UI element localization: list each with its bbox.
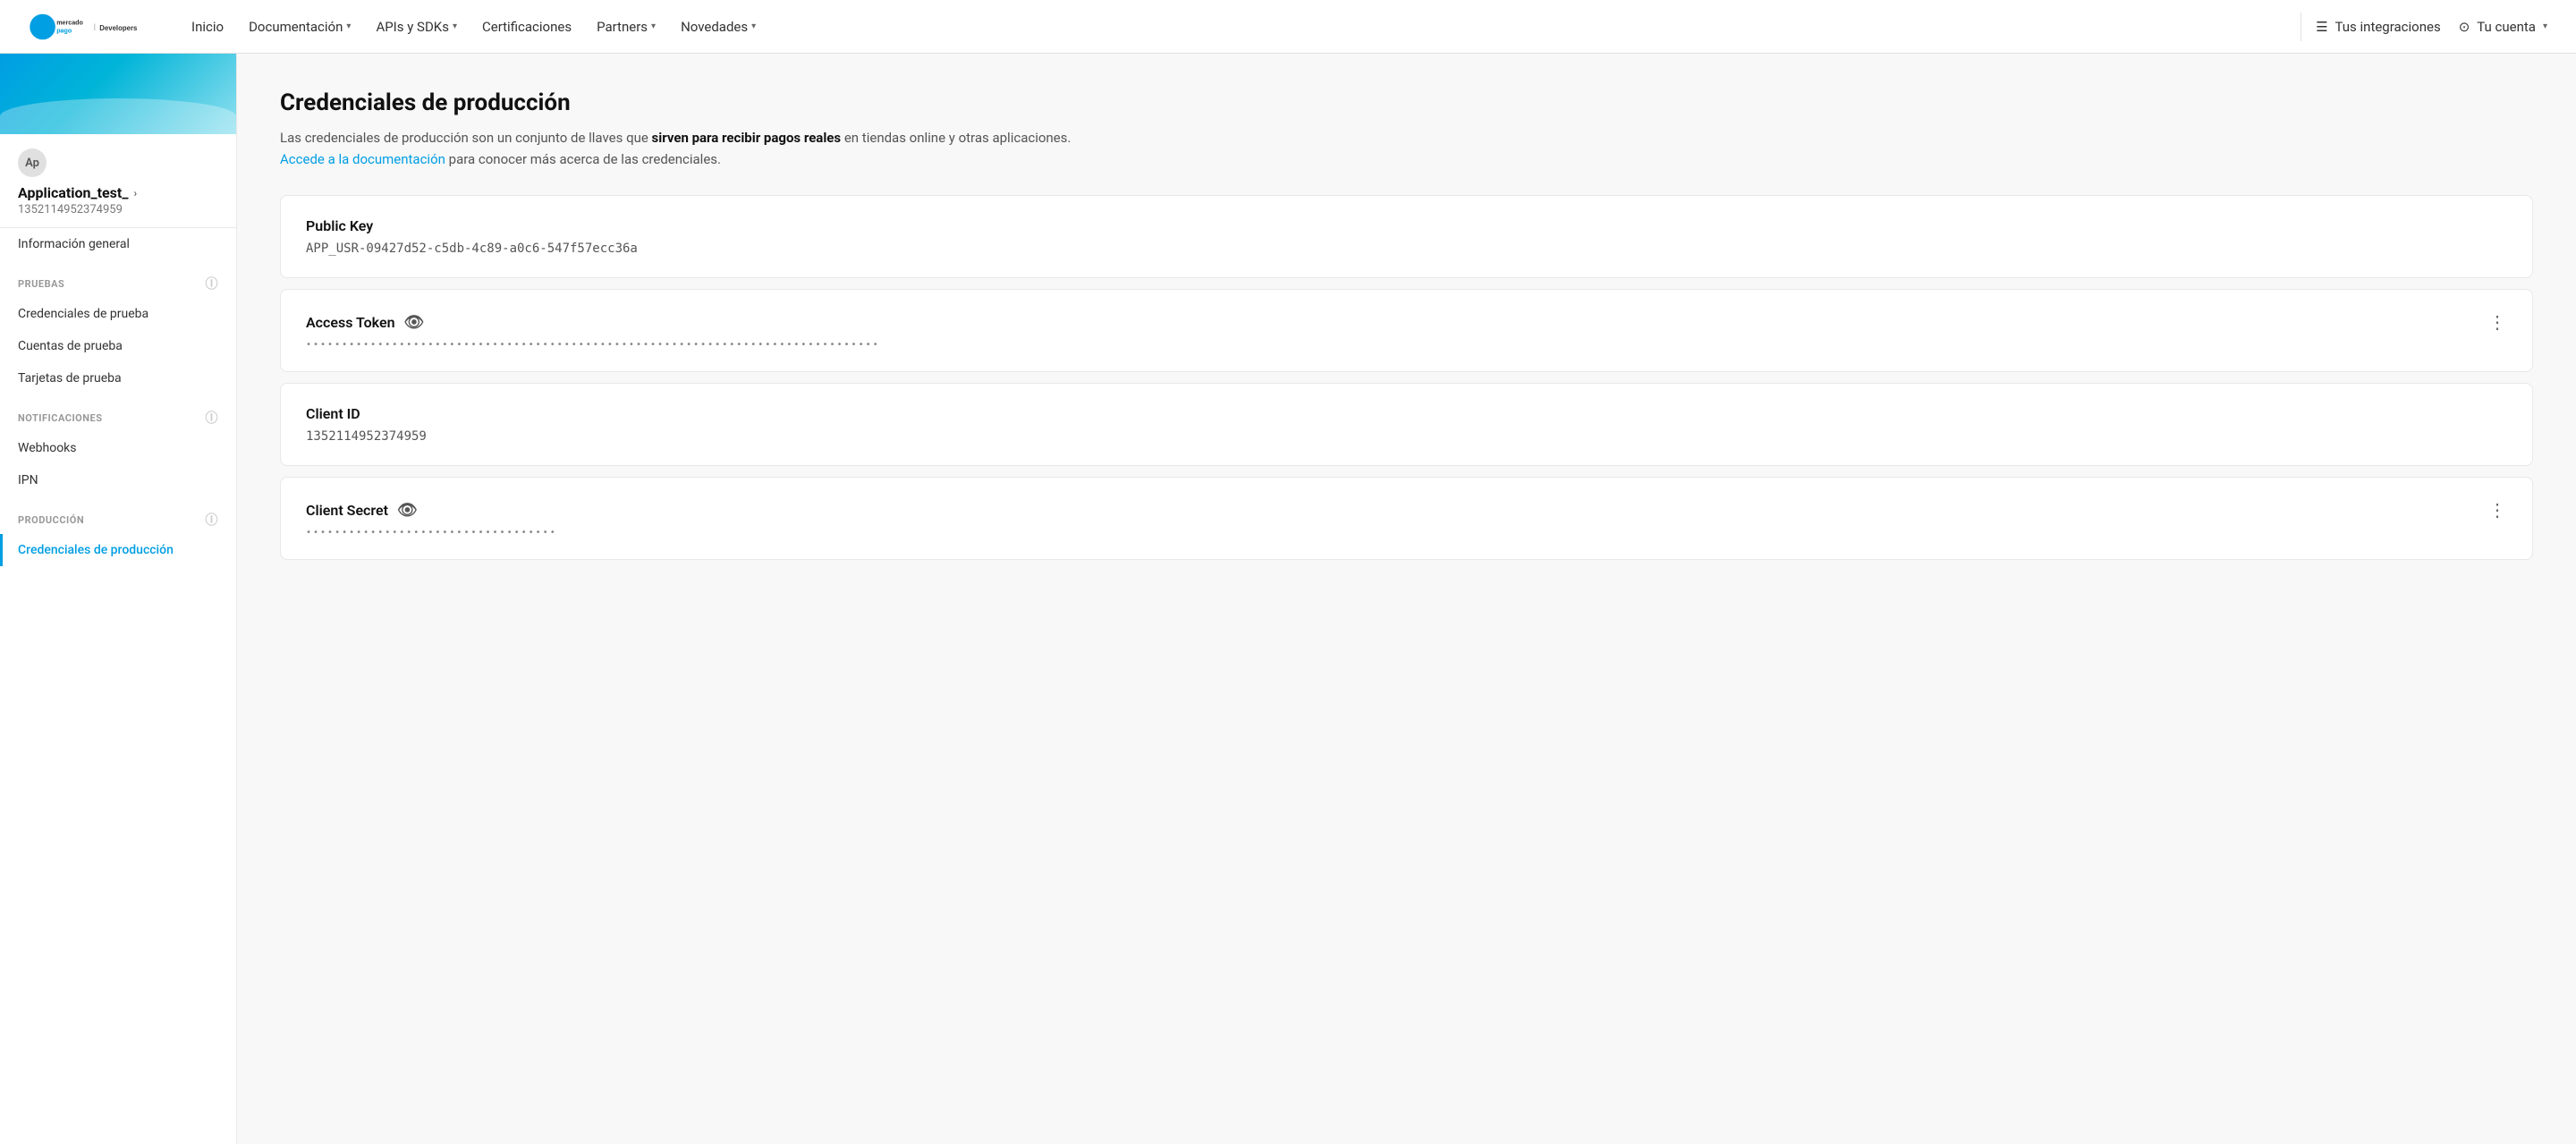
account-icon: ⊙ [2459, 19, 2470, 35]
more-options-icon-3[interactable]: ⋮ [2488, 499, 2507, 521]
nav-documentacion-chevron: ▾ [346, 21, 351, 31]
credential-card-3: Client Secret👁 ⋮ •••••••••••••••••••••••••… [280, 477, 2533, 560]
sidebar-navigation: Información general PRUEBAS ⓘ Credencial… [0, 228, 236, 584]
svg-text:pago: pago [56, 27, 72, 34]
svg-text:mercado: mercado [56, 19, 83, 26]
eye-icon-1[interactable]: 👁 [404, 313, 425, 332]
avatar: Ap [18, 148, 47, 177]
credential-card-1: Access Token👁 ⋮ ••••••••••••••••••••••••••… [280, 289, 2533, 372]
sidebar-banner [0, 54, 236, 134]
sidebar-item-tarjetas-prueba[interactable]: Tarjetas de prueba [0, 362, 236, 394]
credential-header-1: Access Token👁 ⋮ [306, 311, 2507, 333]
nav-links: Inicio Documentación ▾ APIs y SDKs ▾ Cer… [181, 12, 2286, 42]
app-id: 1352114952374959 [18, 203, 218, 216]
app-chevron-icon[interactable]: › [133, 187, 137, 199]
nav-novedades-chevron: ▾ [751, 21, 756, 31]
nav-certificaciones[interactable]: Certificaciones [471, 12, 582, 42]
credentials-container: Public Key APP_USR-09427d52-c5db-4c89-a0c… [280, 195, 2533, 560]
nav-partners[interactable]: Partners ▾ [586, 12, 666, 42]
app-name: Application_test_ [18, 184, 128, 201]
nav-apis-chevron: ▾ [453, 21, 457, 31]
tu-cuenta-link[interactable]: ⊙ Tu cuenta ▾ [2459, 19, 2547, 35]
svg-text:Developers: Developers [99, 23, 138, 31]
sidebar: Ap Application_test_ › 1352114952374959 … [0, 54, 237, 1144]
credential-label-2: Client ID [306, 405, 360, 422]
sidebar-item-ipn[interactable]: IPN [0, 464, 236, 496]
pruebas-info-icon[interactable]: ⓘ [206, 275, 219, 292]
produccion-info-icon[interactable]: ⓘ [206, 511, 219, 529]
svg-text:|: | [94, 21, 96, 30]
credential-header-0: Public Key [306, 217, 2507, 234]
tus-integraciones-link[interactable]: ☰ Tus integraciones [2316, 19, 2441, 35]
credential-value-0: APP_USR-09427d52-c5db-4c89-a0c6-547f57ec… [306, 242, 2507, 256]
credential-value-2: 1352114952374959 [306, 429, 2507, 444]
topnav-right: ☰ Tus integraciones ⊙ Tu cuenta ▾ [2316, 19, 2547, 35]
sidebar-section-produccion: PRODUCCIÓN ⓘ [0, 496, 236, 534]
sidebar-section-notificaciones: NOTIFICACIONES ⓘ [0, 394, 236, 432]
credential-header-3: Client Secret👁 ⋮ [306, 499, 2507, 521]
credential-header-2: Client ID [306, 405, 2507, 422]
credential-label-3: Client Secret👁 [306, 501, 418, 520]
main-content: Credenciales de producción Las credencia… [237, 54, 2576, 1144]
app-name-container: Application_test_ › [18, 184, 218, 201]
integraciones-icon: ☰ [2316, 19, 2327, 35]
sidebar-item-webhooks[interactable]: Webhooks [0, 432, 236, 464]
nav-partners-chevron: ▾ [651, 21, 656, 31]
nav-apis-sdks[interactable]: APIs y SDKs ▾ [365, 12, 468, 42]
nav-documentacion[interactable]: Documentación ▾ [238, 12, 361, 42]
nav-novedades[interactable]: Novedades ▾ [670, 12, 767, 42]
sidebar-app-info: Ap Application_test_ › 1352114952374959 [0, 134, 236, 228]
credential-label-0: Public Key [306, 217, 373, 234]
credential-value-1: ••••••••••••••••••••••••••••••••••••••••… [306, 340, 2507, 350]
sidebar-item-cuentas-prueba[interactable]: Cuentas de prueba [0, 330, 236, 362]
eye-icon-3[interactable]: 👁 [397, 501, 418, 520]
page-title: Credenciales de producción [280, 89, 2533, 116]
credential-label-1: Access Token👁 [306, 313, 424, 332]
credential-card-0: Public Key APP_USR-09427d52-c5db-4c89-a0c… [280, 195, 2533, 278]
sidebar-item-informacion-general[interactable]: Información general [0, 228, 236, 260]
sidebar-banner-wave [0, 98, 236, 134]
doc-link[interactable]: Accede a la documentación [280, 151, 445, 167]
credential-value-3: ••••••••••••••••••••••••••••••••••• [306, 528, 2507, 538]
account-chevron: ▾ [2543, 21, 2547, 31]
sidebar-section-pruebas: PRUEBAS ⓘ [0, 260, 236, 298]
page-description: Las credenciales de producción son un co… [280, 127, 1085, 170]
sidebar-item-credenciales-prueba[interactable]: Credenciales de prueba [0, 298, 236, 330]
logo-container[interactable]: mercado pago | Developers [29, 11, 145, 43]
sidebar-item-credenciales-produccion[interactable]: Credenciales de producción [0, 534, 236, 566]
main-layout: Ap Application_test_ › 1352114952374959 … [0, 54, 2576, 1144]
nav-inicio[interactable]: Inicio [181, 12, 234, 42]
more-options-icon-1[interactable]: ⋮ [2488, 311, 2507, 333]
credential-card-2: Client ID 1352114952374959 [280, 383, 2533, 466]
top-navigation: mercado pago | Developers Inicio Documen… [0, 0, 2576, 54]
notificaciones-info-icon[interactable]: ⓘ [206, 409, 219, 427]
